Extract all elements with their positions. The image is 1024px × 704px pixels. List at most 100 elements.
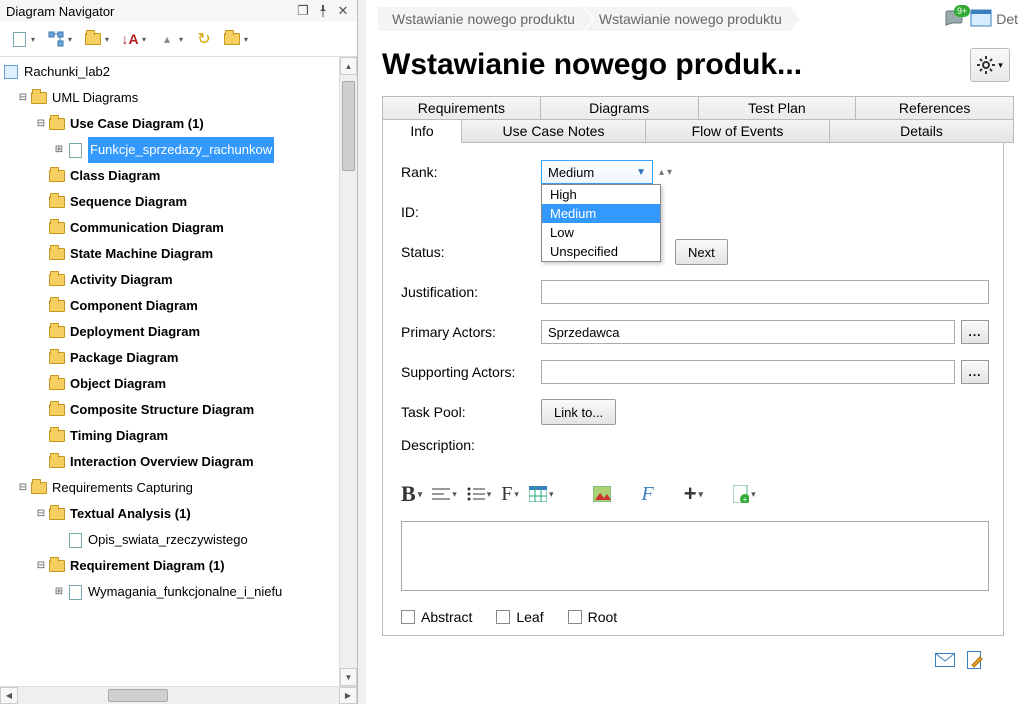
tree-item[interactable]: Interaction Overview Diagram (0, 449, 339, 475)
rank-dropdown-list[interactable]: High Medium Low Unspecified (541, 184, 661, 262)
taskpool-linkto-button[interactable]: Link to... (541, 399, 616, 425)
settings-button[interactable]: ▾ (970, 48, 1010, 82)
font-icon[interactable]: F▾ (501, 483, 519, 506)
tree-label[interactable]: Opis_swiata_rzeczywistego (88, 527, 248, 553)
align-icon[interactable]: ▾ (432, 487, 457, 501)
tree-label[interactable]: Rachunki_lab2 (24, 59, 110, 85)
tab-flowofevents[interactable]: Flow of Events (645, 119, 830, 143)
diagram-tree[interactable]: Rachunki_lab2 ⊟ UML Diagrams ⊟ Use Case … (0, 57, 339, 686)
tree-label[interactable]: Component Diagram (70, 293, 198, 319)
tree-item[interactable]: Communication Diagram (0, 215, 339, 241)
tree-item-usecase[interactable]: ⊞ Funkcje_sprzedazy_rachunkow (0, 137, 339, 163)
expander-icon[interactable]: ⊟ (16, 85, 30, 111)
spin-up-icon[interactable]: ▴ (659, 167, 664, 178)
tab-testplan[interactable]: Test Plan (698, 96, 857, 120)
dropdown-arrow-icon[interactable]: ▾ (142, 35, 152, 44)
horizontal-scrollbar[interactable]: ◀ ▶ (0, 686, 357, 704)
supporting-actors-browse-button[interactable]: ... (961, 360, 989, 384)
expander-icon[interactable]: ⊞ (52, 137, 66, 163)
tab-usecasenotes[interactable]: Use Case Notes (461, 119, 646, 143)
tree-label[interactable]: Funkcje_sprzedazy_rachunkow (88, 137, 274, 163)
expander-icon[interactable]: ⊟ (34, 501, 48, 527)
tree-group-requirements[interactable]: ⊟ Requirements Capturing (0, 475, 339, 501)
insert-doc-icon[interactable]: +▾ (733, 485, 756, 503)
tree-item[interactable]: Timing Diagram (0, 423, 339, 449)
tree-label[interactable]: Deployment Diagram (70, 319, 200, 345)
tree-label[interactable]: Textual Analysis (1) (70, 501, 191, 527)
tab-requirements[interactable]: Requirements (382, 96, 541, 120)
tree-item[interactable]: Activity Diagram (0, 267, 339, 293)
dropdown-arrow-icon[interactable]: ▾ (105, 35, 115, 44)
tree-item[interactable]: State Machine Diagram (0, 241, 339, 267)
tree-label[interactable]: Timing Diagram (70, 423, 168, 449)
breadcrumb-item[interactable]: Wstawianie nowego produktu (585, 7, 800, 31)
expander-icon[interactable]: ⊟ (16, 475, 30, 501)
refresh-icon[interactable]: ↻ (191, 26, 217, 52)
tree-item[interactable]: Object Diagram (0, 371, 339, 397)
scroll-up-icon[interactable]: ▲ (340, 57, 357, 75)
tree-label[interactable]: Interaction Overview Diagram (70, 449, 254, 475)
tree-item[interactable]: Deployment Diagram (0, 319, 339, 345)
status-next-button[interactable]: Next (675, 239, 728, 265)
vertical-scrollbar[interactable]: ▲ ▼ (339, 57, 357, 686)
dropdown-arrow-icon[interactable]: ▾ (31, 35, 41, 44)
list-icon[interactable]: ▾ (467, 487, 492, 501)
tree-item[interactable]: Package Diagram (0, 345, 339, 371)
scroll-track[interactable] (18, 687, 339, 704)
tab-references[interactable]: References (855, 96, 1014, 120)
edit-doc-icon[interactable] (965, 651, 985, 669)
image-icon[interactable] (593, 486, 611, 502)
tree-group-uml[interactable]: ⊟ UML Diagrams (0, 85, 339, 111)
justification-input[interactable] (541, 280, 989, 304)
spin-down-icon[interactable]: ▾ (667, 167, 672, 178)
dropdown-arrow-icon[interactable]: ▾ (68, 35, 78, 44)
tree-label[interactable]: Sequence Diagram (70, 189, 187, 215)
primary-actors-input[interactable] (541, 320, 955, 344)
tree-label[interactable]: Communication Diagram (70, 215, 224, 241)
table-icon[interactable]: ▾ (529, 486, 554, 502)
tree-item[interactable]: Component Diagram (0, 293, 339, 319)
new-item-icon[interactable] (6, 26, 32, 52)
tree-label[interactable]: Requirements Capturing (52, 475, 193, 501)
tree-root[interactable]: Rachunki_lab2 (0, 59, 339, 85)
tree-label[interactable]: Class Diagram (70, 163, 160, 189)
rank-option-unspecified[interactable]: Unspecified (542, 242, 660, 261)
scroll-left-icon[interactable]: ◀ (0, 687, 18, 704)
folder-blue-icon[interactable] (219, 26, 245, 52)
primary-actors-browse-button[interactable]: ... (961, 320, 989, 344)
tree-label[interactable]: Composite Structure Diagram (70, 397, 254, 423)
scroll-track[interactable] (340, 75, 357, 668)
tab-info[interactable]: Info (382, 119, 462, 143)
tree-item[interactable]: Composite Structure Diagram (0, 397, 339, 423)
window-layout-icon[interactable] (970, 9, 992, 30)
root-checkbox[interactable]: Root (568, 609, 618, 625)
tree-group-usecase[interactable]: ⊟ Use Case Diagram (1) (0, 111, 339, 137)
tree-label[interactable]: Activity Diagram (70, 267, 173, 293)
mail-icon[interactable] (935, 651, 955, 669)
tree-item[interactable]: Sequence Diagram (0, 189, 339, 215)
tree-label[interactable]: Use Case Diagram (1) (70, 111, 204, 137)
tree-label[interactable]: Object Diagram (70, 371, 166, 397)
tab-details[interactable]: Details (829, 119, 1014, 143)
checkbox-icon[interactable] (401, 610, 415, 624)
scroll-thumb[interactable] (342, 81, 355, 171)
dropdown-arrow-icon[interactable]: ▾ (179, 35, 189, 44)
tree-label[interactable]: State Machine Diagram (70, 241, 213, 267)
supporting-actors-input[interactable] (541, 360, 955, 384)
tree-item[interactable]: Class Diagram (0, 163, 339, 189)
expander-icon[interactable]: ⊟ (34, 111, 48, 137)
tab-diagrams[interactable]: Diagrams (540, 96, 699, 120)
breadcrumb-item[interactable]: Wstawianie nowego produktu (378, 7, 593, 31)
description-textarea[interactable] (401, 521, 989, 591)
expander-icon[interactable]: ⊞ (52, 579, 66, 605)
dropdown-arrow-icon[interactable]: ▾ (244, 35, 254, 44)
rank-option-low[interactable]: Low (542, 223, 660, 242)
rank-option-high[interactable]: High (542, 185, 660, 204)
window-restore-icon[interactable]: ❐ (295, 3, 311, 19)
tree-label[interactable]: Wymagania_funkcjonalne_i_niefu (88, 579, 282, 605)
scroll-thumb[interactable] (108, 689, 168, 702)
notification-icon[interactable]: 9+ (944, 9, 966, 29)
expander-icon[interactable]: ⊟ (34, 553, 48, 579)
open-folder-icon[interactable] (80, 26, 106, 52)
rank-combo[interactable]: Medium ▼ (541, 160, 653, 184)
